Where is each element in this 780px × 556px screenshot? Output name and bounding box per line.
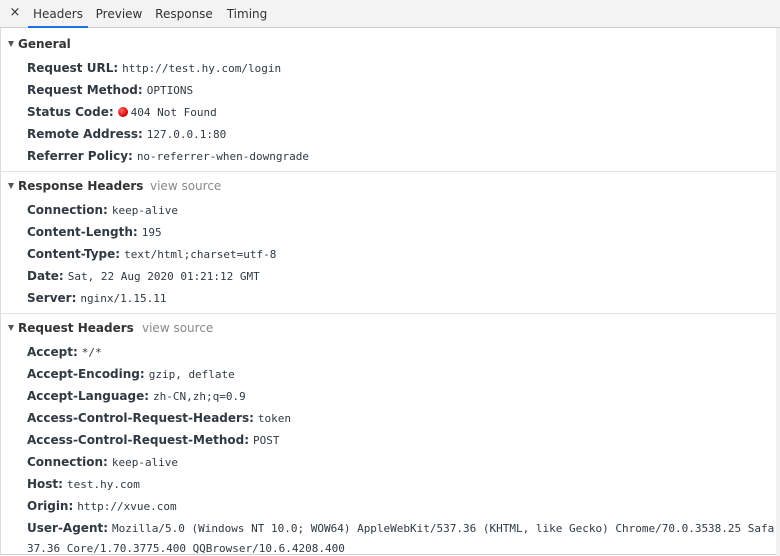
header-value: keep-alive — [111, 456, 179, 469]
request-row-accept: Accept: */* — [27, 342, 102, 362]
header-value: text/html;charset=utf-8 — [124, 248, 277, 261]
header-value: 404 Not Found — [130, 106, 217, 119]
tab-response[interactable]: Response — [154, 0, 214, 27]
response-headers-section-header[interactable]: Response Headers view source — [0, 175, 776, 197]
header-value: Mozilla/5.0 (Windows NT 10.0; WOW64) App… — [112, 522, 780, 535]
header-value: 195 — [141, 226, 162, 239]
section-divider — [0, 171, 776, 172]
triangle-down-icon — [8, 183, 14, 189]
general-row-remote-address: Remote Address: 127.0.0.1:80 — [27, 124, 226, 144]
header-key: Origin: — [27, 499, 74, 513]
header-value: */* — [81, 346, 102, 359]
request-row-acr-headers: Access-Control-Request-Headers: token — [27, 408, 291, 428]
view-source-link[interactable]: view source — [142, 317, 213, 339]
general-row-request-url: Request URL: http://test.hy.com/login — [27, 58, 281, 78]
header-key: Accept-Language: — [27, 389, 150, 403]
request-row-host: Host: test.hy.com — [27, 474, 140, 494]
header-value: http://test.hy.com/login — [122, 62, 282, 75]
header-key: Access-Control-Request-Method: — [27, 433, 250, 447]
response-row-server: Server: nginx/1.15.11 — [27, 288, 166, 308]
response-row-date: Date: Sat, 22 Aug 2020 01:21:12 GMT — [27, 266, 260, 286]
triangle-down-icon — [8, 41, 14, 47]
request-row-accept-encoding: Accept-Encoding: gzip, deflate — [27, 364, 235, 384]
header-key: Host: — [27, 477, 63, 491]
triangle-down-icon — [8, 325, 14, 331]
header-value: OPTIONS — [146, 84, 194, 97]
header-key: Accept: — [27, 345, 78, 359]
headers-content: General Request URL: http://test.hy.com/l… — [0, 28, 780, 556]
header-value: http://xvue.com — [77, 500, 177, 513]
header-value: no-referrer-when-downgrade — [136, 150, 309, 163]
header-value: test.hy.com — [66, 478, 140, 491]
header-value: keep-alive — [111, 204, 179, 217]
header-key: User-Agent: — [27, 521, 109, 535]
header-key: Connection: — [27, 203, 108, 217]
header-key: Status Code: — [27, 105, 114, 119]
request-row-connection: Connection: keep-alive — [27, 452, 178, 472]
header-key: Referrer Policy: — [27, 149, 133, 163]
request-row-user-agent: User-Agent: Mozilla/5.0 (Windows NT 10.0;… — [27, 518, 780, 538]
header-key: Accept-Encoding: — [27, 367, 145, 381]
header-value: gzip, deflate — [148, 368, 235, 381]
header-key: Content-Length: — [27, 225, 138, 239]
header-key: Server: — [27, 291, 77, 305]
request-row-accept-language: Accept-Language: zh-CN,zh;q=0.9 — [27, 386, 246, 406]
section-title: Request Headers — [18, 321, 134, 335]
section-title: Response Headers — [18, 179, 144, 193]
response-row-content-length: Content-Length: 195 — [27, 222, 162, 242]
response-row-content-type: Content-Type: text/html;charset=utf-8 — [27, 244, 276, 264]
general-row-referrer-policy: Referrer Policy: no-referrer-when-downgra… — [27, 146, 309, 166]
header-value: Sat, 22 Aug 2020 01:21:12 GMT — [67, 270, 260, 283]
header-value: POST — [253, 434, 280, 447]
scrollbar[interactable] — [776, 28, 780, 556]
request-row-acr-method: Access-Control-Request-Method: POST — [27, 430, 280, 450]
section-title: General — [18, 37, 71, 51]
header-key: Date: — [27, 269, 64, 283]
tab-timing[interactable]: Timing — [224, 0, 270, 27]
close-icon[interactable]: × — [9, 6, 21, 20]
request-row-origin: Origin: http://xvue.com — [27, 496, 177, 516]
status-error-icon — [117, 107, 128, 117]
header-value: nginx/1.15.11 — [80, 292, 167, 305]
header-key: Access-Control-Request-Headers: — [27, 411, 254, 425]
header-value: token — [257, 412, 292, 425]
header-key: Content-Type: — [27, 247, 121, 261]
header-key: Request Method: — [27, 83, 143, 97]
general-row-request-method: Request Method: OPTIONS — [27, 80, 193, 100]
section-divider — [0, 313, 776, 314]
header-value: zh-CN,zh;q=0.9 — [153, 390, 246, 403]
header-key: Remote Address: — [27, 127, 143, 141]
tab-bar: × Headers Preview Response Timing — [0, 0, 780, 28]
request-headers-section-header[interactable]: Request Headers view source — [0, 317, 776, 339]
header-key: Request URL: — [27, 61, 119, 75]
general-section-header[interactable]: General — [0, 33, 776, 55]
user-agent-continuation: 37.36 Core/1.70.3775.400 QQBrowser/10.6.… — [27, 542, 345, 555]
header-value: 127.0.0.1:80 — [146, 128, 227, 141]
header-key: Connection: — [27, 455, 108, 469]
tab-headers[interactable]: Headers — [28, 0, 88, 28]
response-row-connection: Connection: keep-alive — [27, 200, 178, 220]
view-source-link[interactable]: view source — [150, 175, 221, 197]
general-row-status-code: Status Code: 404 Not Found — [27, 102, 217, 122]
tab-preview[interactable]: Preview — [94, 0, 144, 27]
